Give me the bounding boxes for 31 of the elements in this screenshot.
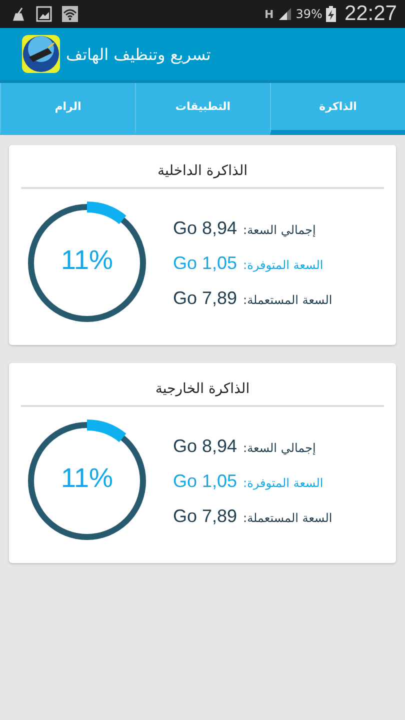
app-title: تسريع وتنظيف الهاتف xyxy=(66,44,211,64)
tab[interactable]: التطبيقات xyxy=(135,83,270,135)
stat-value: Go 8,94 xyxy=(173,218,238,238)
stat-value: Go 8,94 xyxy=(173,436,238,456)
stat-value: Go 1,05 xyxy=(173,470,238,492)
stat-label: السعة المستعملة: xyxy=(243,510,332,524)
clock: 22:27 xyxy=(344,2,397,26)
usage-arc xyxy=(86,420,126,442)
usage-arc xyxy=(86,202,126,224)
broom-icon xyxy=(12,7,26,21)
app-logo-icon xyxy=(22,35,60,73)
stat-label: السعة المستعملة: xyxy=(243,292,332,306)
card-title: الذاكرة الداخلية xyxy=(156,162,248,181)
wifi-icon xyxy=(62,6,78,22)
stat-label: السعة المتوفرة: xyxy=(243,258,324,272)
stat-value: Go 7,89 xyxy=(173,506,238,526)
stat-value: Go 7,89 xyxy=(173,288,238,308)
stat-value: Go 1,05 xyxy=(173,252,238,274)
stat-label: إجمالي السعة: xyxy=(243,222,316,236)
card-title: الذاكرة الخارجية xyxy=(154,380,251,399)
signal-icon xyxy=(278,7,292,21)
tab[interactable]: الذاكرة xyxy=(270,83,405,135)
stat-label: السعة المتوفرة: xyxy=(243,476,324,490)
image-icon xyxy=(36,6,52,22)
network-type: H xyxy=(264,8,274,20)
battery-percent: 39% xyxy=(296,7,322,21)
tab[interactable]: الرام xyxy=(0,83,135,135)
battery-charging-icon xyxy=(326,6,336,22)
usage-percent: 11% xyxy=(60,463,114,494)
stat-label: إجمالي السعة: xyxy=(243,440,316,454)
usage-percent: 11% xyxy=(60,245,114,276)
